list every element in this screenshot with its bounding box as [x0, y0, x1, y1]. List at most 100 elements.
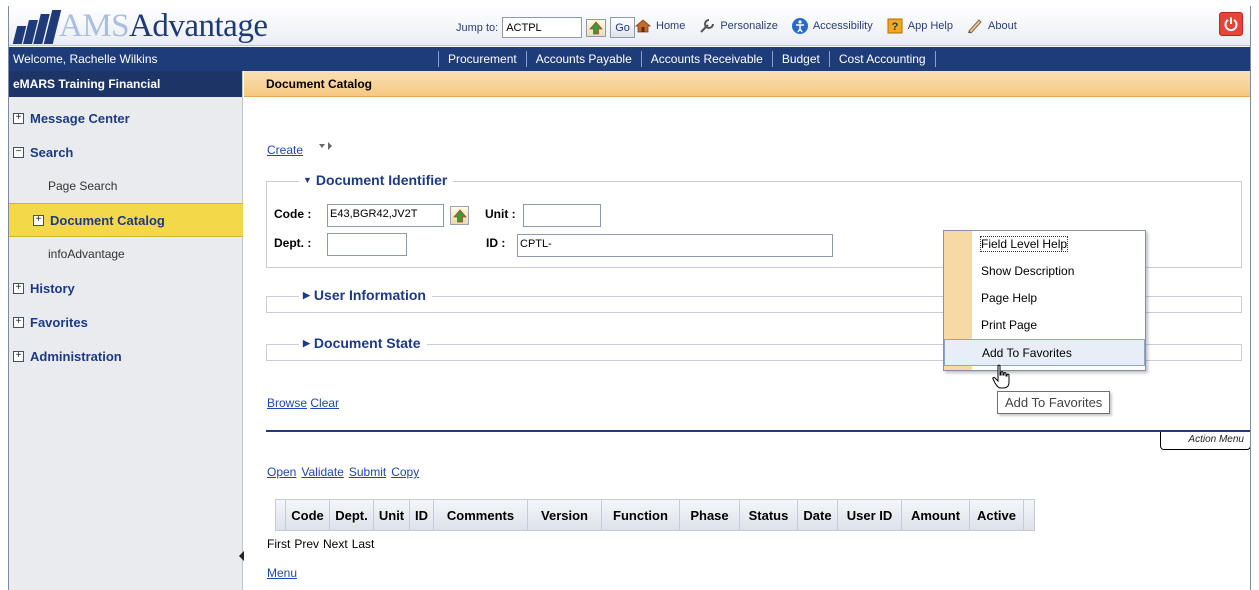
- menu-item-print-page[interactable]: Print Page: [944, 312, 1145, 339]
- tab-separator: [438, 51, 439, 67]
- sidebar-item-message-center[interactable]: + Message Center: [9, 101, 243, 135]
- jump-to-area: Jump to: Go: [456, 17, 635, 38]
- action-menu-tab[interactable]: Action Menu: [1160, 432, 1250, 450]
- column-header-code[interactable]: Code: [286, 500, 330, 530]
- column-header-status[interactable]: Status: [740, 500, 798, 530]
- column-header-amount[interactable]: Amount: [902, 500, 970, 530]
- sidebar-item-search[interactable]: − Search: [9, 135, 243, 169]
- sidebar-item-label: Message Center: [30, 110, 130, 126]
- browse-clear-links: Browse Clear: [267, 396, 339, 410]
- id-label: ID :: [486, 236, 506, 250]
- expand-plus-icon[interactable]: +: [13, 316, 24, 328]
- expand-plus-icon[interactable]: +: [13, 282, 24, 294]
- menu-item-label: Show Description: [981, 264, 1075, 278]
- hand-pointer-cursor-icon: [992, 364, 1010, 389]
- app-window: AMSAdvantage Jump to: Go Home Personaliz…: [8, 6, 1251, 590]
- sidebar-item-document-catalog[interactable]: + Document Catalog: [9, 203, 243, 237]
- tab-separator: [934, 51, 936, 67]
- document-identifier-toggle[interactable]: ▼ Document Identifier: [299, 172, 454, 188]
- app-help-label: App Help: [907, 20, 953, 32]
- unit-field[interactable]: [523, 204, 601, 227]
- menu-link[interactable]: Menu: [267, 566, 297, 580]
- sidebar-item-infoadvantage[interactable]: infoAdvantage: [9, 237, 243, 271]
- jump-input[interactable]: [502, 17, 583, 38]
- column-header-dept[interactable]: Dept.: [330, 500, 374, 530]
- column-header-id[interactable]: ID: [410, 500, 434, 530]
- tab-cost-accounting[interactable]: Cost Accounting: [839, 52, 926, 66]
- logo-suffix: Advantage: [129, 8, 268, 44]
- clear-link[interactable]: Clear: [310, 396, 339, 410]
- sidebar-item-label: Page Search: [48, 179, 118, 193]
- home-link[interactable]: Home: [634, 17, 685, 35]
- column-header-phase[interactable]: Phase: [680, 500, 740, 530]
- go-button[interactable]: Go: [610, 17, 635, 38]
- collapse-sections-icon[interactable]: [318, 140, 336, 154]
- expand-plus-icon[interactable]: +: [13, 112, 24, 124]
- personalize-label: Personalize: [720, 20, 778, 32]
- expand-plus-icon[interactable]: +: [33, 214, 44, 226]
- submit-link[interactable]: Submit: [349, 465, 386, 479]
- logo-prefix: AMS: [59, 8, 130, 44]
- top-header: AMSAdvantage Jump to: Go Home Personaliz…: [9, 6, 1250, 46]
- menu-item-field-level-help[interactable]: Field Level Help: [944, 231, 1145, 258]
- id-field-value: CPTL-: [520, 238, 552, 250]
- last-page[interactable]: Last: [352, 537, 375, 551]
- prev-page[interactable]: Prev: [294, 537, 319, 551]
- context-menu: Field Level Help Show Description Page H…: [943, 230, 1146, 371]
- dept-label: Dept. :: [274, 236, 312, 250]
- logo-bars-icon: [12, 10, 62, 44]
- sidebar-item-page-search[interactable]: Page Search: [9, 169, 243, 203]
- expanded-triangle-icon: ▼: [303, 175, 312, 185]
- sidebar-item-favorites[interactable]: + Favorites: [9, 305, 243, 339]
- next-page[interactable]: Next: [323, 537, 348, 551]
- expand-plus-icon[interactable]: +: [13, 350, 24, 362]
- id-field[interactable]: CPTL-: [517, 234, 833, 257]
- tab-budget[interactable]: Budget: [782, 52, 820, 66]
- sidebar-item-history[interactable]: + History: [9, 271, 243, 305]
- collapse-minus-icon[interactable]: −: [13, 146, 24, 158]
- unit-label: Unit :: [485, 207, 516, 221]
- create-link[interactable]: Create: [267, 143, 303, 157]
- accessibility-link[interactable]: Accessibility: [791, 17, 873, 35]
- user-information-toggle[interactable]: ▶ User Information: [299, 287, 432, 303]
- tab-accounts-receivable[interactable]: Accounts Receivable: [651, 52, 763, 66]
- about-link[interactable]: About: [966, 17, 1017, 35]
- logout-power-icon[interactable]: [1219, 12, 1243, 36]
- tab-procurement[interactable]: Procurement: [448, 52, 517, 66]
- column-header-unit[interactable]: Unit: [374, 500, 410, 530]
- validate-link[interactable]: Validate: [301, 465, 343, 479]
- sidebar: eMARS Training Financial + Message Cente…: [9, 71, 243, 590]
- menu-item-page-help[interactable]: Page Help: [944, 285, 1145, 312]
- dept-field[interactable]: [327, 233, 407, 256]
- open-link[interactable]: Open: [267, 465, 296, 479]
- collapsed-triangle-icon: ▶: [303, 289, 310, 300]
- code-field[interactable]: E43,BGR42,JV2T: [327, 204, 444, 227]
- grid-actions: Open Validate Submit Copy: [267, 465, 419, 479]
- lookup-arrow-icon[interactable]: [586, 18, 607, 37]
- menu-item-add-to-favorites[interactable]: Add To Favorites: [944, 339, 1145, 366]
- help-book-icon: ?: [887, 18, 903, 34]
- sidebar-item-label: Favorites: [30, 314, 88, 330]
- menu-item-show-description[interactable]: Show Description: [944, 258, 1145, 285]
- column-header-date[interactable]: Date: [798, 500, 838, 530]
- column-header-user-id[interactable]: User ID: [838, 500, 902, 530]
- copy-link[interactable]: Copy: [391, 465, 419, 479]
- app-help-link[interactable]: ? App Help: [886, 17, 953, 35]
- column-header-version[interactable]: Version: [528, 500, 602, 530]
- code-lookup-icon[interactable]: [450, 206, 469, 225]
- accessibility-icon: [791, 18, 808, 34]
- sidebar-item-label: Document Catalog: [50, 212, 165, 228]
- browse-link[interactable]: Browse: [267, 396, 307, 410]
- first-page[interactable]: First: [267, 537, 290, 551]
- column-header-active[interactable]: Active: [970, 500, 1024, 530]
- page-title: Document Catalog: [244, 71, 1250, 97]
- personalize-link[interactable]: Personalize: [698, 17, 778, 35]
- module-tabs: Procurement Accounts Payable Accounts Re…: [429, 47, 945, 71]
- document-state-toggle[interactable]: ▶ Document State: [299, 335, 427, 351]
- tab-separator: [525, 51, 527, 67]
- results-grid-header: Code Dept. Unit ID Comments Version Func…: [275, 499, 1035, 531]
- tab-accounts-payable[interactable]: Accounts Payable: [536, 52, 632, 66]
- column-header-function[interactable]: Function: [602, 500, 680, 530]
- column-header-comments[interactable]: Comments: [434, 500, 528, 530]
- sidebar-item-administration[interactable]: + Administration: [9, 339, 243, 373]
